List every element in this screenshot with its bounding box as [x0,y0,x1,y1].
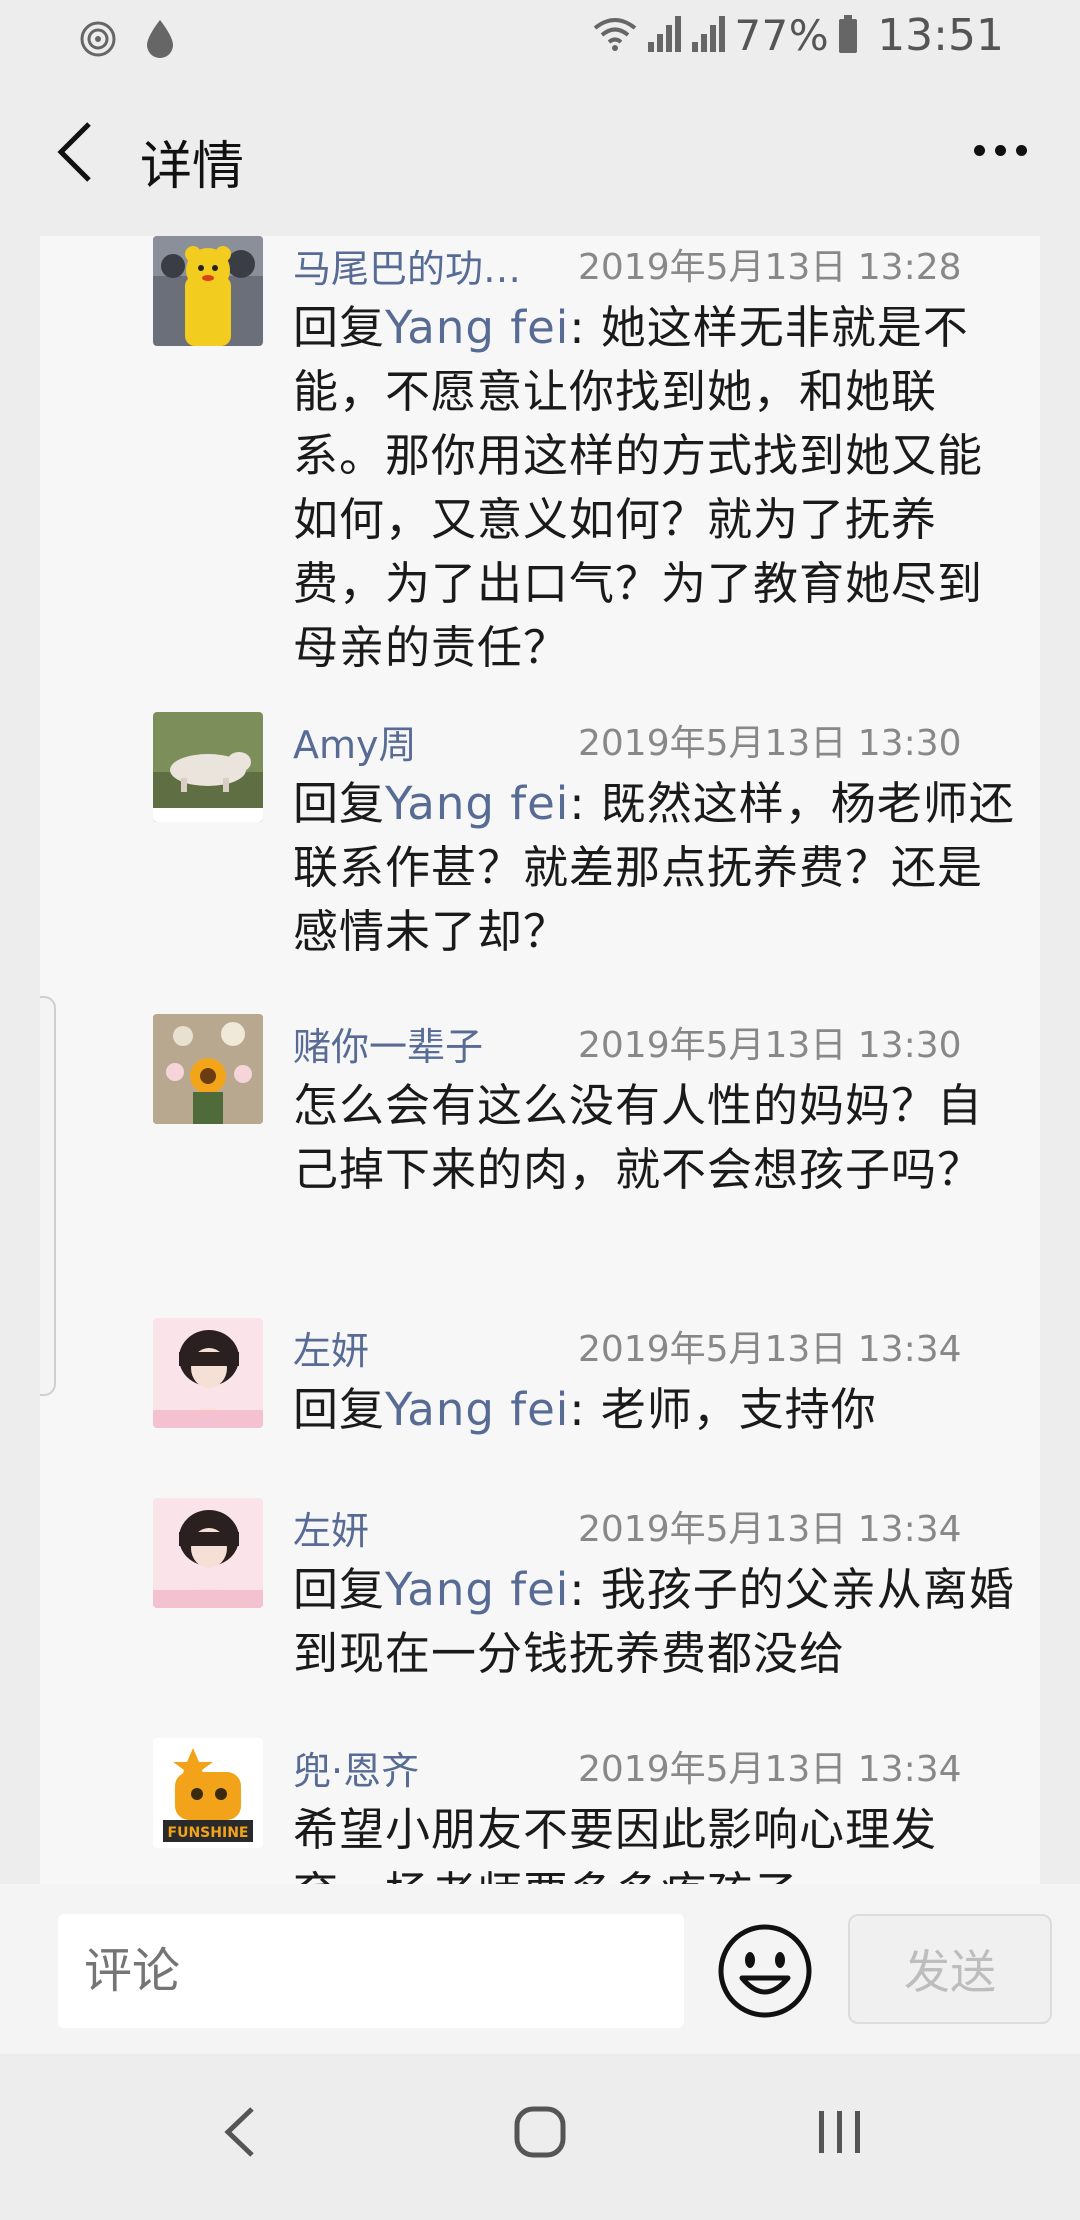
nav-back-button[interactable] [190,2094,290,2174]
comment-text: 回复Yang fei: 老师，支持你 [293,1378,1018,1442]
comment-item: Amy周 2019年5月13日 13:30 回复Yang fei: 既然这样，杨… [153,712,1033,992]
avatar[interactable] [153,1318,263,1428]
status-right: 77% 13:51 [592,10,1004,61]
nav-recents-icon [815,2105,865,2163]
status-time: 13:51 [877,10,1004,61]
comment-time: 2019年5月13日 13:34 [578,1749,962,1790]
nfc-icon [78,19,118,63]
more-button[interactable] [960,120,1040,180]
commenter-name[interactable]: 马尾巴的功… [293,238,521,293]
comment-text: 回复Yang fei: 我孩子的父亲从离婚到现在一分钱抚养费都没给 [293,1558,1018,1686]
avatar[interactable] [153,236,263,346]
avatar[interactable] [153,1014,263,1124]
battery-percent: 77% [734,11,830,60]
comment-input-bar: 发送 [0,1884,1080,2054]
system-nav-bar [0,2054,1080,2220]
commenter-name[interactable]: 左妍 [293,1500,369,1555]
header: 详情 [0,76,1080,236]
comment-time: 2019年5月13日 13:34 [578,1509,962,1550]
battery-icon [837,14,859,58]
reply-prefix: 回复 [293,777,386,830]
comment-list[interactable]: 马尾巴的功… 2019年5月13日 13:28 回复Yang fei: 她这样无… [40,236,1040,1884]
nav-home-icon [512,2104,568,2164]
reply-prefix: 回复 [293,301,386,354]
nav-home-button[interactable] [490,2094,590,2174]
comment-text: 回复Yang fei: 既然这样，杨老师还联系作甚？就差那点抚养费？还是感情未了… [293,772,1018,964]
avatar[interactable] [153,1498,263,1608]
avatar[interactable]: FUNSHINE [153,1738,263,1848]
comment-time: 2019年5月13日 13:34 [578,1329,962,1370]
reply-prefix: 回复 [293,1383,386,1436]
comment-content: 怎么会有这么没有人性的妈妈？自己掉下来的肉，就不会想孩子吗？ [293,1079,984,1196]
status-left [78,18,176,64]
nav-back-icon [220,2105,260,2163]
emoji-icon [716,1924,814,2024]
mention-link[interactable]: Yang fei [385,1383,569,1436]
more-icon [973,144,985,156]
side-handle[interactable] [40,996,56,1396]
wifi-icon [592,14,638,58]
mention-link[interactable]: Yang fei [385,1563,569,1616]
emoji-button[interactable] [716,1922,814,2020]
comment-item: 马尾巴的功… 2019年5月13日 13:28 回复Yang fei: 她这样无… [153,236,1033,696]
commenter-name[interactable]: 左妍 [293,1320,369,1375]
commenter-name[interactable]: Amy周 [293,714,417,769]
comment-time: 2019年5月13日 13:30 [578,723,962,764]
avatar-brand-text: FUNSHINE [168,1825,249,1841]
comment-time: 2019年5月13日 13:30 [578,1025,962,1066]
comment-text: 希望小朋友不要因此影响心理发育，杨老师要多多疼孩子 [293,1798,1018,1884]
back-arrow-icon [55,120,95,188]
page-title: 详情 [140,137,245,197]
comment-text: 回复Yang fei: 她这样无非就是不能，不愿意让你找到她，和她联系。那你用这… [293,296,1018,680]
mention-link[interactable]: Yang fei [385,777,569,830]
comment-item: FUNSHINE 兜·恩齐 2019年5月13日 13:34 希望小朋友不要因此… [153,1738,1033,1884]
comment-item: 左妍 2019年5月13日 13:34 回复Yang fei: 我孩子的父亲从离… [153,1498,1033,1708]
status-bar: 77% 13:51 [0,0,1080,76]
mention-link[interactable]: Yang fei [385,301,569,354]
more-icon [994,144,1006,156]
comment-time: 2019年5月13日 13:28 [578,247,962,288]
reply-prefix: 回复 [293,1563,386,1616]
drop-icon [144,18,176,64]
signal-icon [690,14,726,58]
send-button[interactable]: 发送 [848,1914,1052,2024]
nav-recents-button[interactable] [790,2094,890,2174]
comment-content: : 她这样无非就是不能，不愿意让你找到她，和她联系。那你用这样的方式找到她又能如… [293,301,984,674]
comment-content: : 老师，支持你 [569,1383,877,1436]
avatar[interactable] [153,712,263,822]
commenter-name[interactable]: 兜·恩齐 [293,1740,419,1795]
comment-text: 怎么会有这么没有人性的妈妈？自己掉下来的肉，就不会想孩子吗？ [293,1074,1018,1202]
comment-content: 希望小朋友不要因此影响心理发育，杨老师要多多疼孩子 [293,1803,938,1884]
comment-item: 赌你一辈子 2019年5月13日 13:30 怎么会有这么没有人性的妈妈？自己掉… [153,1014,1033,1294]
signal-icon [646,14,682,58]
comment-input[interactable] [58,1914,684,2028]
back-button[interactable] [40,114,110,194]
commenter-name[interactable]: 赌你一辈子 [293,1016,483,1071]
more-icon [1015,144,1027,156]
comment-item: 左妍 2019年5月13日 13:34 回复Yang fei: 老师，支持你 [153,1318,1033,1478]
